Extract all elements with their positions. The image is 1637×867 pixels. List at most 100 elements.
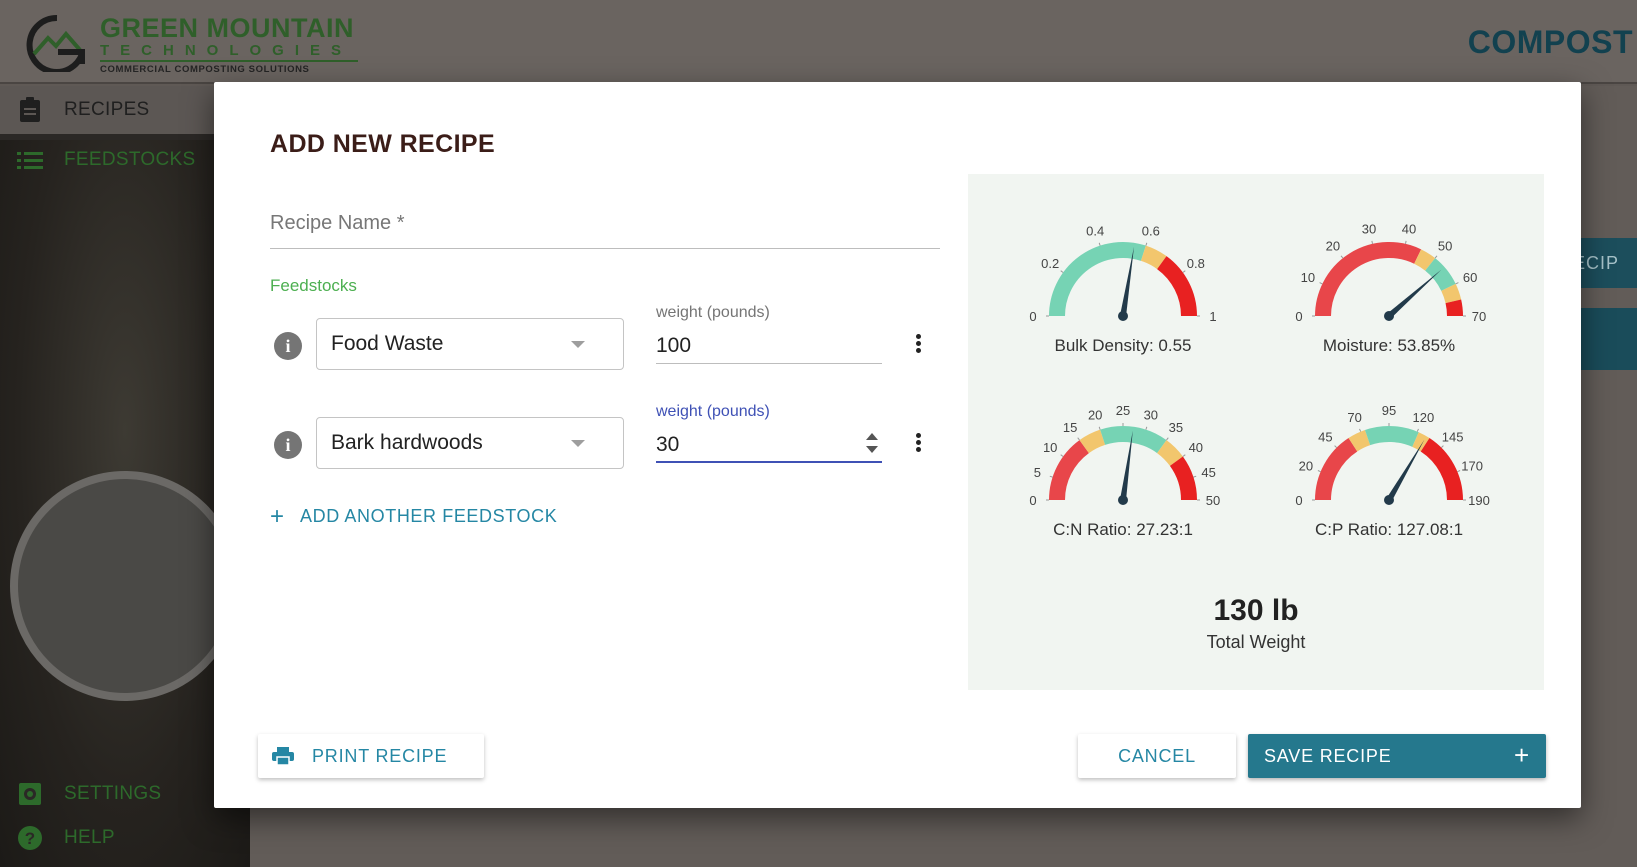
gauge-band: [1412, 432, 1430, 452]
spinner-up-icon[interactable]: [866, 433, 878, 440]
gauge-band: [1445, 299, 1464, 317]
gauge-band: [1156, 440, 1183, 467]
svg-text:?: ?: [25, 829, 35, 848]
gauge-tick-label: 145: [1442, 429, 1464, 444]
gauge-hub: [1118, 311, 1128, 321]
company-logo: [26, 14, 85, 72]
gauge-band: [1140, 245, 1167, 270]
clipboard-icon: [16, 96, 44, 124]
gauge-tick: [1098, 426, 1101, 430]
chevron-down-icon: [571, 341, 585, 348]
gauge-hub: [1384, 311, 1394, 321]
recipe-name-input[interactable]: [270, 207, 940, 248]
gauge-tick-label: 40: [1189, 440, 1203, 455]
weight-input[interactable]: [656, 429, 882, 461]
number-spinner[interactable]: [864, 433, 880, 457]
add-feedstock-button[interactable]: + ADD ANOTHER FEEDSTOCK: [270, 502, 557, 530]
gauge-tick-label: 50: [1438, 239, 1452, 254]
plus-icon: +: [1514, 740, 1530, 770]
gauge-tick: [1049, 475, 1053, 478]
gauge-tick-label: 70: [1347, 410, 1361, 425]
gauge-tick-label: 40: [1402, 221, 1416, 236]
sidebar-thermometer-image: [10, 471, 240, 701]
gauge-tick-label: 0.2: [1041, 256, 1059, 271]
gauge-dial: 0 510 15 20 25 30 35 40 45 50: [1029, 403, 1220, 508]
gauge-band: [1364, 426, 1419, 448]
weight-input-wrapper: [656, 330, 882, 364]
add-recipe-dialog: ADD NEW RECIPE Feedstocks i Food Waste w…: [214, 82, 1581, 808]
gauge-tick-label: 10: [1043, 440, 1057, 455]
cn-ratio-gauge: 0 5 10 15 20 25 30 35 40 45 50 C:N Ratio: 27.23:1: [1020, 388, 1226, 568]
help-icon: ?: [16, 824, 44, 852]
info-icon[interactable]: i: [274, 431, 302, 459]
gauge-tick: [1340, 255, 1344, 259]
save-recipe-button[interactable]: SAVE RECIPE +: [1248, 734, 1546, 778]
more-options-icon[interactable]: [910, 332, 926, 358]
gauge-hub: [1118, 495, 1128, 505]
more-options-icon[interactable]: [910, 431, 926, 457]
spinner-down-icon[interactable]: [866, 446, 878, 453]
gauge-tick-label: 0: [1295, 493, 1302, 508]
total-weight: 130 lb Total Weight: [968, 594, 1544, 653]
gauge-band: [1424, 258, 1456, 292]
gauge-needle: [1387, 269, 1442, 319]
gauge-band: [1420, 438, 1463, 501]
sidebar-item-label: RECIPES: [64, 99, 150, 120]
feedstock-row: i Food Waste weight (pounds): [270, 304, 950, 374]
gauge-tick: [1319, 282, 1323, 285]
feedstock-select[interactable]: Food Waste: [316, 318, 624, 370]
gauge-band: [1169, 456, 1197, 501]
gauge-needle: [1386, 439, 1425, 502]
gauge-label: Moisture: 53.85%: [1322, 336, 1456, 355]
gauge-label: C:P Ratio: 127.08:1: [1314, 520, 1464, 539]
gauge-tick: [1098, 242, 1101, 246]
gauge-tick-label: 0: [1295, 309, 1302, 324]
gauge-tick-label: 50: [1206, 493, 1220, 508]
gauge-band: [1049, 242, 1146, 317]
dialog-title: ADD NEW RECIPE: [270, 130, 496, 158]
gauge-tick: [1182, 454, 1186, 457]
gauge-band: [1079, 429, 1106, 454]
info-icon[interactable]: i: [274, 332, 302, 360]
gauge-label: C:N Ratio: 27.23:1: [1053, 520, 1193, 539]
brand-name: GREEN MOUNTAIN: [100, 13, 354, 43]
weight-input[interactable]: [656, 330, 882, 362]
gauge-tick: [1182, 270, 1186, 273]
weight-field: weight (pounds): [656, 304, 882, 370]
gauge-dial: 0 20 45 70 95 120 145 170 190: [1295, 403, 1489, 508]
sidebar-item-recipes[interactable]: RECIPES: [0, 86, 250, 134]
print-recipe-button[interactable]: PRINT RECIPE: [258, 734, 484, 778]
weight-input-wrapper: [656, 429, 882, 463]
cp-ratio-gauge: 0 20 45 70 95 120 145 170 190 C:P Ratio: 127.08:…: [1286, 388, 1492, 568]
cancel-button[interactable]: CANCEL: [1078, 734, 1236, 778]
gauge-tick-label: 1: [1209, 309, 1216, 324]
app-title: COMPOST: [1467, 24, 1633, 60]
feedstock-select[interactable]: Bark hardwoods: [316, 417, 624, 469]
print-recipe-label: PRINT RECIPE: [312, 745, 448, 766]
gauge-tick: [1145, 242, 1148, 246]
gauge-tick-label: 45: [1318, 429, 1332, 444]
gauge-tick: [1334, 445, 1338, 449]
weight-label: weight (pounds): [656, 304, 770, 321]
gauge-tick: [1145, 426, 1148, 430]
sidebar-item-settings[interactable]: SETTINGS: [0, 770, 250, 818]
printer-icon: [272, 747, 294, 765]
gauge-tick-label: 170: [1461, 459, 1483, 474]
gauge-band: [1348, 430, 1371, 452]
feedstocks-label: Feedstocks: [270, 276, 357, 295]
sidebar-item-feedstocks[interactable]: FEEDSTOCKS: [0, 136, 250, 184]
moisture-gauge: 0 10 20 30 40 50 60 70 Moisture: 53.85%: [1286, 204, 1492, 384]
gauge-tick-label: 0: [1029, 493, 1036, 508]
chevron-down-icon: [571, 440, 585, 447]
plus-icon: +: [270, 502, 285, 530]
gauge-tick-label: 120: [1413, 410, 1435, 425]
gauge-tick-label: 35: [1169, 420, 1183, 435]
gauge-tick: [1077, 437, 1080, 441]
gauge-tick-label: 10: [1301, 270, 1315, 285]
gauge-band: [1315, 438, 1358, 501]
gauge-tick-label: 95: [1382, 403, 1396, 418]
sidebar-item-help[interactable]: ? HELP: [0, 814, 250, 862]
feedstock-select-value: Food Waste: [331, 332, 444, 355]
gauge-tick-label: 20: [1088, 407, 1102, 422]
gauge-tick: [1371, 240, 1373, 244]
